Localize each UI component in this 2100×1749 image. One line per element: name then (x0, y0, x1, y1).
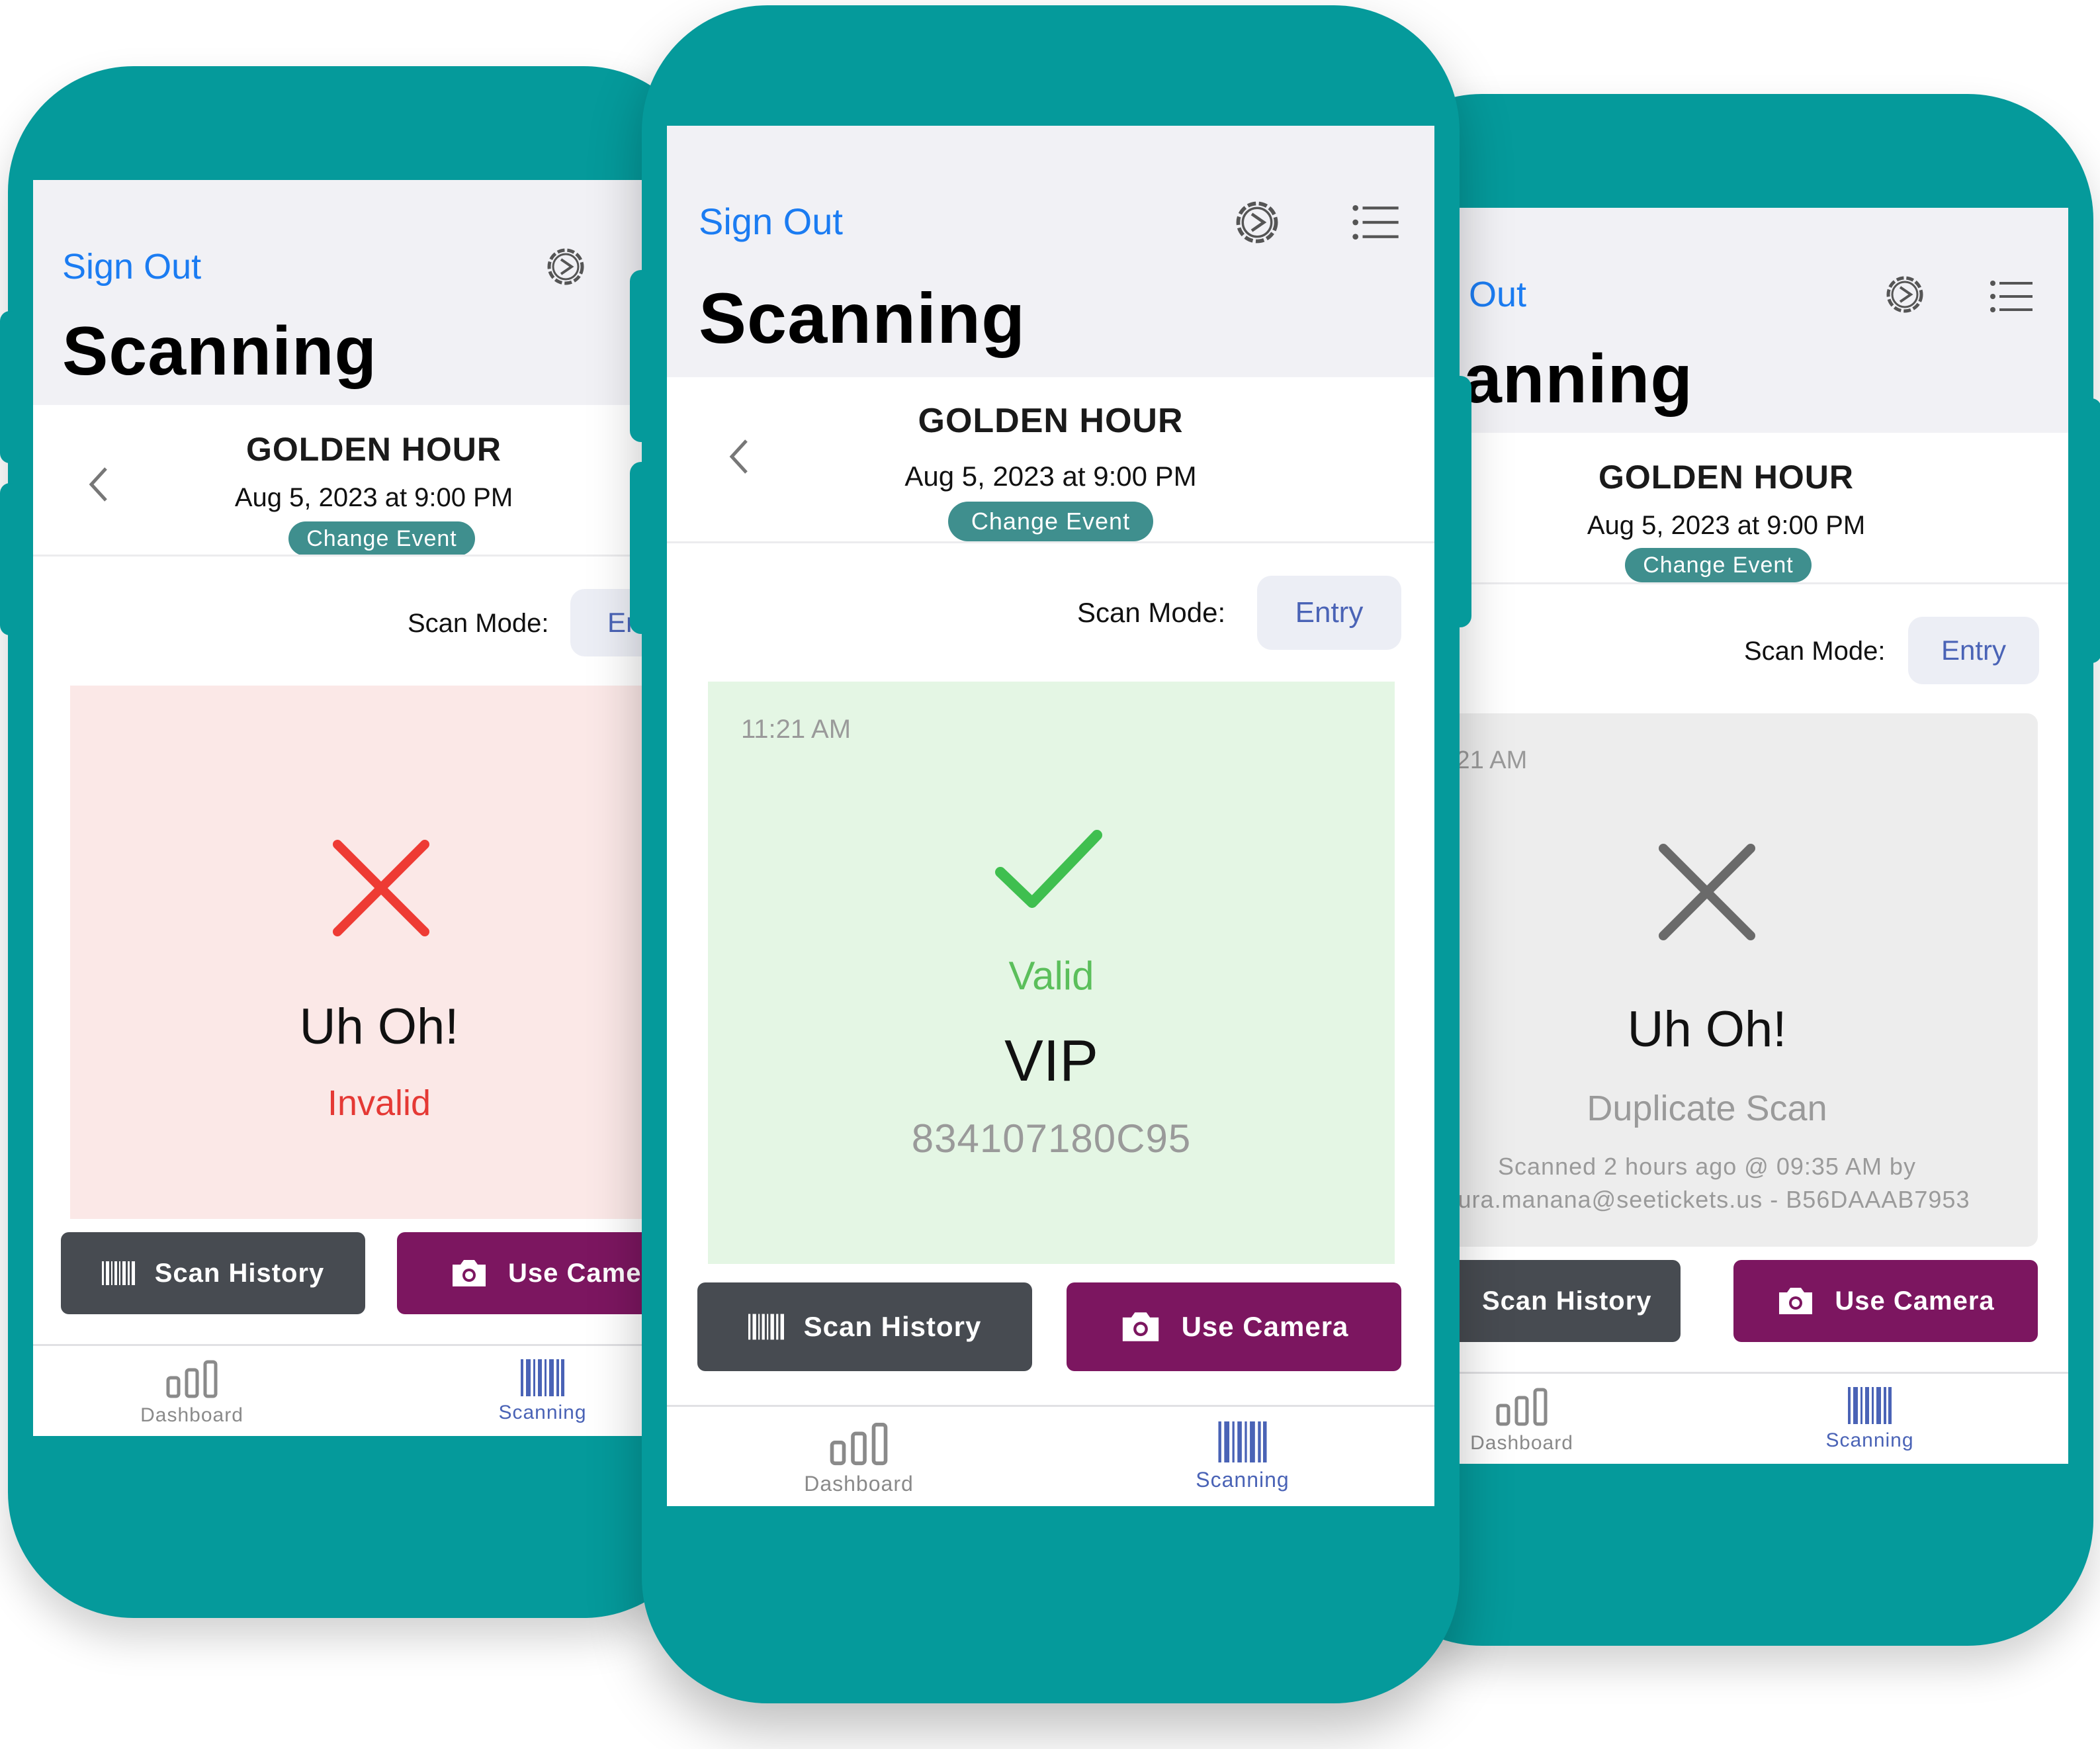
use-camera-button[interactable]: Use Camera (1067, 1282, 1401, 1371)
scan-history-label: Scan History (154, 1258, 325, 1288)
bar-chart-icon (166, 1360, 218, 1398)
result-status: Invalid (327, 1083, 431, 1123)
screen-left: Sign Out Scanning GOLDEN HOUR Aug 5, 202… (33, 180, 695, 1436)
scan-history-button[interactable]: Scan History (697, 1282, 1032, 1371)
event-name: GOLDEN HOUR (1598, 459, 1854, 496)
tab-scanning[interactable]: Scanning (483, 1359, 602, 1424)
ticket-type: VIP (1004, 1028, 1098, 1093)
screen-center: Sign Out Scanning GOLDEN HOUR Aug 5, 202… (667, 126, 1434, 1506)
settings-gear-icon[interactable] (1882, 271, 1928, 318)
camera-icon (1122, 1312, 1159, 1341)
tab-bar: Dashboard Scanning (33, 1344, 695, 1436)
scan-mode-label: Scan Mode: (1744, 637, 1886, 666)
scan-time: 11:21 AM (741, 715, 852, 744)
bar-chart-icon (830, 1422, 888, 1466)
scan-mode-select[interactable]: Entry (1257, 576, 1401, 650)
camera-icon (1779, 1288, 1813, 1314)
tab-dashboard-label: Dashboard (140, 1404, 243, 1426)
tab-scanning[interactable]: Scanning (1810, 1387, 1929, 1452)
header: Sign Out Scanning (667, 126, 1434, 377)
x-mark-icon (333, 840, 429, 936)
ticket-code: 834107180C95 (911, 1116, 1192, 1161)
event-name: GOLDEN HOUR (246, 431, 502, 468)
sign-out-link[interactable]: Sign Out (699, 200, 843, 243)
tab-scanning-label: Scanning (498, 1402, 587, 1423)
result-card-invalid: Uh Oh! Invalid (70, 686, 695, 1219)
tab-scanning-label: Scanning (1825, 1429, 1914, 1451)
barcode-icon (1218, 1421, 1267, 1462)
result-detail-line1: Scanned 2 hours ago @ 09:35 AM by (1498, 1153, 1916, 1180)
page-title: Scanning (699, 278, 1026, 358)
barcode-icon (748, 1314, 784, 1340)
scan-mode-select[interactable]: Entry (1908, 617, 2039, 684)
barcode-icon (521, 1359, 564, 1396)
list-menu-icon[interactable] (1990, 281, 2033, 312)
bar-chart-icon (1496, 1388, 1548, 1426)
scan-mode-label: Scan Mode: (1077, 597, 1226, 628)
scan-history-button[interactable]: Scan History (61, 1232, 365, 1314)
result-status: Duplicate Scan (1587, 1089, 1827, 1128)
tab-bar: Dashboard Scanning (1389, 1372, 2068, 1464)
tab-scanning[interactable]: Scanning (1176, 1421, 1309, 1492)
result-card-valid: 11:21 AM Valid VIP 834107180C95 (708, 682, 1395, 1264)
change-event-button[interactable]: Change Event (948, 502, 1153, 541)
sign-out-link[interactable]: Out (1469, 274, 1526, 315)
barcode-icon (101, 1261, 135, 1285)
scan-history-label: Scan History (1482, 1286, 1652, 1316)
result-detail-line2: aura.manana@seetickets.us - B56DAAAB7953 (1444, 1186, 1970, 1213)
event-date: Aug 5, 2023 at 9:00 PM (904, 461, 1197, 492)
tab-dashboard[interactable]: Dashboard (132, 1359, 251, 1427)
scan-mode-label: Scan Mode: (408, 609, 549, 638)
change-event-button[interactable]: Change Event (1625, 548, 1812, 582)
tab-dashboard-label: Dashboard (1470, 1432, 1573, 1454)
tab-dashboard[interactable]: Dashboard (1462, 1387, 1581, 1455)
tab-dashboard[interactable]: Dashboard (793, 1421, 925, 1496)
use-camera-label: Use Camera (1835, 1286, 1995, 1316)
page-title: anning (1464, 341, 1693, 418)
header: Out anning (1389, 208, 2068, 433)
list-menu-icon[interactable] (1352, 205, 1399, 240)
tab-bar: Dashboard Scanning (667, 1405, 1434, 1506)
result-status: Valid (1008, 954, 1094, 998)
barcode-icon (1848, 1387, 1892, 1424)
settings-gear-icon[interactable] (543, 244, 589, 290)
screen-right: Out anning GOLDEN HOUR Aug 5, 2023 at 9:… (1389, 208, 2068, 1464)
page-title: Scanning (62, 313, 378, 390)
use-camera-button[interactable]: Use Camera (1733, 1260, 2038, 1342)
tab-scanning-label: Scanning (1196, 1468, 1290, 1492)
event-name: GOLDEN HOUR (918, 402, 1184, 440)
result-heading: Uh Oh! (1627, 1001, 1787, 1057)
camera-icon (453, 1260, 486, 1286)
tab-dashboard-label: Dashboard (804, 1472, 914, 1496)
scan-time: :21 AM (1449, 746, 1528, 774)
x-mark-icon (1659, 844, 1755, 940)
result-card-duplicate: :21 AM Uh Oh! Duplicate Scan Scanned 2 h… (1389, 713, 2038, 1247)
change-event-button[interactable]: Change Event (288, 521, 475, 556)
event-date: Aug 5, 2023 at 9:00 PM (1587, 511, 1866, 540)
settings-gear-icon[interactable] (1231, 196, 1284, 249)
event-date: Aug 5, 2023 at 9:00 PM (234, 483, 513, 512)
checkmark-icon (995, 830, 1102, 908)
sign-out-link[interactable]: Sign Out (62, 246, 201, 287)
result-heading: Uh Oh! (299, 999, 459, 1055)
header: Sign Out Scanning (33, 180, 695, 405)
scan-history-label: Scan History (803, 1311, 982, 1342)
use-camera-label: Use Camera (1181, 1311, 1349, 1342)
